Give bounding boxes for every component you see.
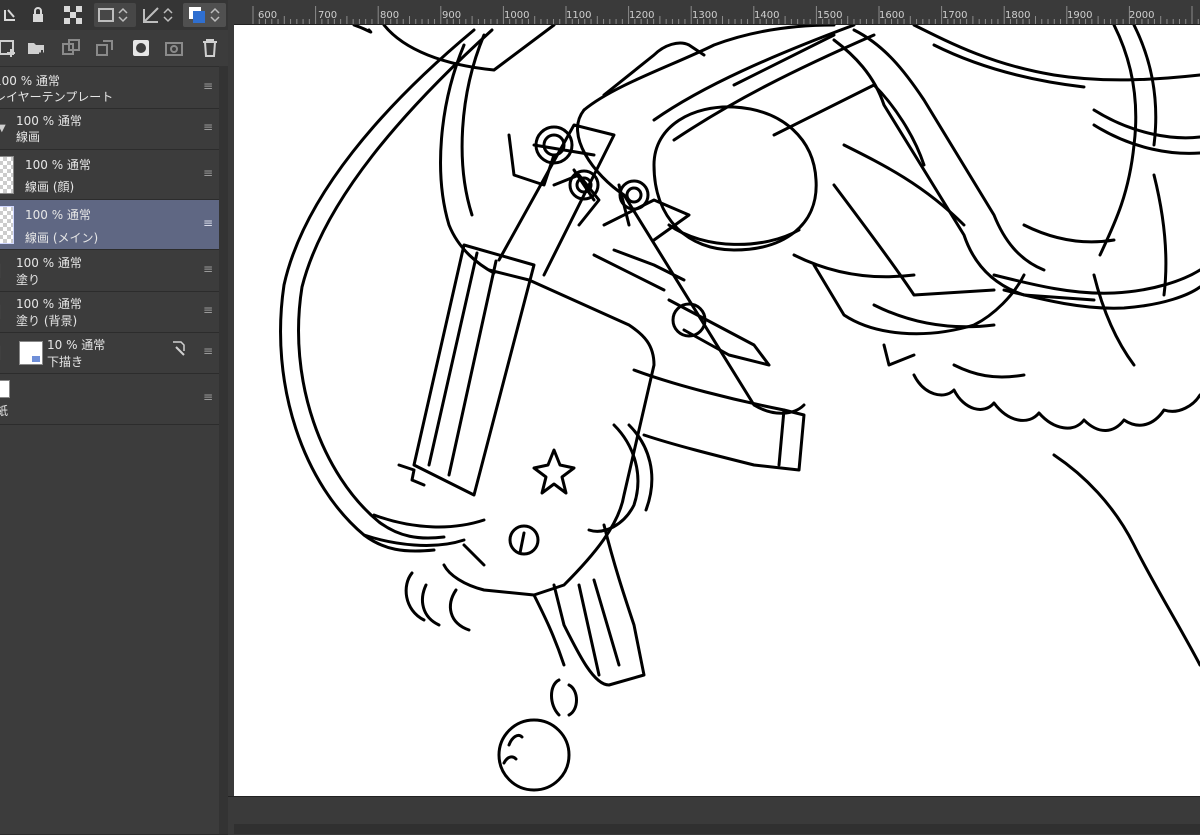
layer-name: 塗り (背景)	[16, 314, 78, 328]
clip-icon[interactable]	[0, 3, 20, 27]
drag-handle-icon[interactable]: ≡	[203, 166, 213, 180]
layer-opacity: 100 % 通常	[25, 208, 91, 222]
layer-thumbnail	[0, 206, 14, 244]
layer-shitagaki[interactable]: │ 10 % 通常 下描き ≡	[0, 333, 219, 374]
layer-senga-face[interactable]: 100 % 通常 線画 (顔) ≡	[0, 150, 219, 200]
new-raster-layer-icon[interactable]	[0, 36, 20, 60]
layer-opacity: 100 % 通常	[16, 297, 82, 311]
camera-icon[interactable]	[162, 36, 188, 60]
folder-expand-icon[interactable]: ▼	[0, 123, 6, 134]
mask-icon[interactable]	[94, 3, 136, 27]
ruler-label: 1500	[817, 10, 843, 21]
layer-name: 線画 (顔)	[25, 180, 75, 194]
layer-opacity: 100 % 通常	[16, 114, 82, 128]
ruler-label: 1300	[692, 10, 718, 21]
ruler-label: 800	[380, 10, 400, 21]
ref-icon[interactable]	[140, 3, 180, 27]
layer-name: 線画	[16, 130, 41, 144]
lock-icon[interactable]	[28, 3, 48, 27]
horizontal-scrollbar[interactable]	[234, 824, 1200, 834]
ruler-label: 900	[442, 10, 462, 21]
ruler-label: 1800	[1005, 10, 1031, 21]
drag-handle-icon[interactable]: ≡	[203, 120, 213, 134]
ruler-label: 1000	[504, 10, 530, 21]
layer-opacity: 100 % 通常	[0, 74, 60, 88]
drawing-canvas[interactable]	[234, 25, 1200, 796]
drag-handle-icon[interactable]: ≡	[203, 344, 213, 358]
horizontal-ruler: 600 700 800 900 1000 1100 1200 1300 1400…	[228, 0, 1200, 25]
draft-layer-icon	[170, 339, 188, 360]
ruler-label: 2000	[1129, 10, 1155, 21]
layer-opacity: 10 % 通常	[47, 338, 106, 352]
layer-paper[interactable]: 紙 ≡	[0, 374, 219, 425]
color-swatch-icon[interactable]	[183, 3, 226, 27]
layer-panel-scrollbar[interactable]	[219, 66, 228, 834]
layer-opacity: 100 % 通常	[16, 256, 82, 270]
drag-handle-icon[interactable]: ≡	[203, 262, 213, 276]
layer-opacity: 100 % 通常	[25, 158, 91, 172]
layer-name: 紙	[0, 404, 9, 418]
copy-icon[interactable]	[92, 36, 118, 60]
ruler-label: 1100	[566, 10, 592, 21]
layer-name: 塗り	[16, 273, 41, 287]
ruler-label: 1900	[1067, 10, 1093, 21]
layer-command-toolbar	[0, 30, 228, 67]
drag-handle-icon[interactable]: ≡	[203, 303, 213, 317]
drag-handle-icon[interactable]: ≡	[203, 390, 213, 404]
layer-senga-main[interactable]: 100 % 通常 線画 (メイン) ≡	[0, 200, 219, 250]
drag-handle-icon[interactable]: ≡	[203, 216, 213, 230]
layer-thumbnail	[0, 156, 14, 194]
layer-bullet: │	[0, 346, 3, 360]
ruler-label: 600	[258, 10, 278, 21]
mask-create-icon[interactable]	[128, 36, 154, 60]
layer-nuri-bg[interactable]: │ 100 % 通常 塗り (背景) ≡	[0, 292, 219, 333]
layer-senga-folder[interactable]: ▼ 100 % 通常 線画 ≡	[0, 109, 219, 150]
new-folder-icon[interactable]	[24, 36, 50, 60]
layer-nuri[interactable]: │ 100 % 通常 塗り ≡	[0, 251, 219, 292]
layer-thumbnail	[0, 380, 10, 398]
ruler-label: 700	[318, 10, 338, 21]
layer-bullet: │	[0, 264, 3, 278]
layer-thumbnail	[19, 341, 43, 365]
merge-icon[interactable]	[58, 36, 84, 60]
trash-icon[interactable]	[197, 36, 223, 60]
drag-handle-icon[interactable]: ≡	[203, 79, 213, 93]
ruler-label: 1700	[942, 10, 968, 21]
layer-panel: 100 % 通常 レイヤーテンプレート ≡ ▼ 100 % 通常 線画 ≡ 10…	[0, 0, 228, 834]
ruler-label: 1600	[879, 10, 905, 21]
line-art	[279, 25, 1200, 792]
layer-bullet: │	[0, 305, 3, 319]
layer-name: レイヤーテンプレート	[0, 90, 114, 104]
ruler-label: 1400	[754, 10, 780, 21]
layer-name: 下描き	[47, 355, 84, 369]
layer-property-toolbar	[0, 0, 228, 30]
layer-name: 線画 (メイン)	[25, 231, 99, 245]
checker-icon[interactable]	[62, 3, 84, 27]
ruler-label: 1200	[629, 10, 655, 21]
layer-template[interactable]: 100 % 通常 レイヤーテンプレート ≡	[0, 67, 219, 109]
